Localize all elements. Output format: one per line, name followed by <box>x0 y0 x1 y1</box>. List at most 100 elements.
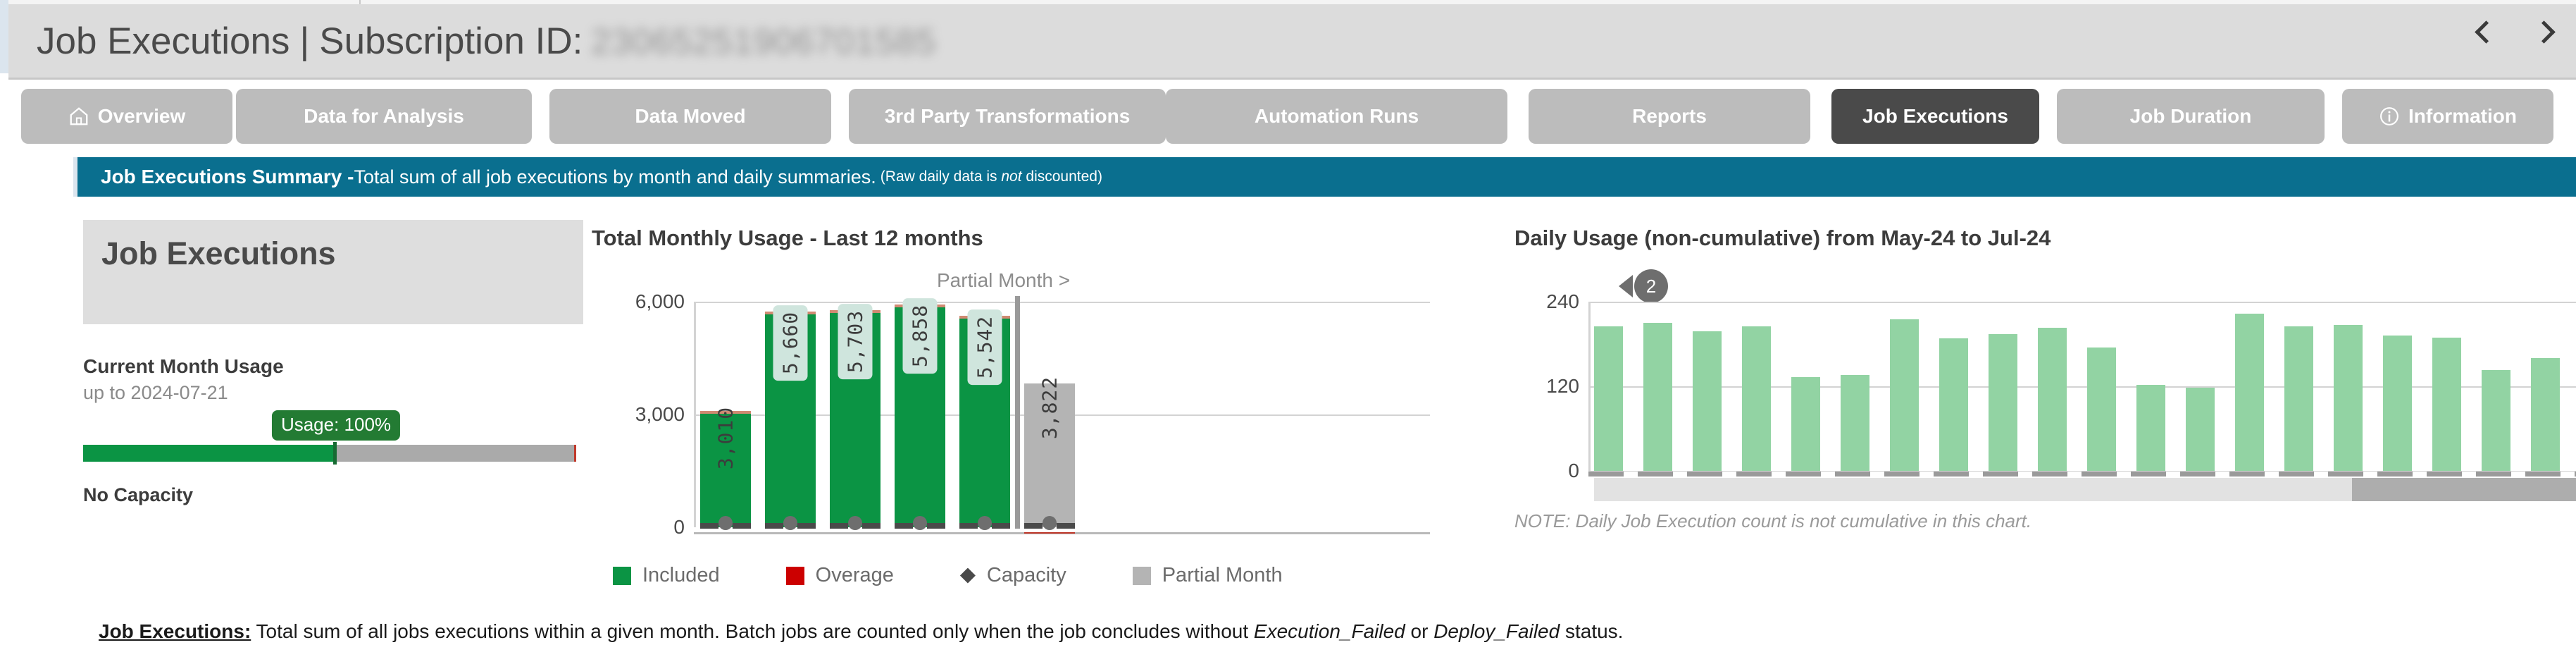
legend-item[interactable]: Capacity <box>959 564 1066 587</box>
summary-banner: Job Executions Summary - Total sum of al… <box>77 157 2576 197</box>
summary-banner-text: Total sum of all job executions by month… <box>354 166 876 187</box>
tab-overview[interactable]: Overview <box>21 89 232 144</box>
monthly-bar[interactable]: 5,858 <box>895 297 945 527</box>
monthly-bar-value-label: 5,660 <box>773 305 808 381</box>
legend-diamond-icon <box>959 567 976 584</box>
legend-swatch-icon <box>1132 566 1151 585</box>
dashboard-page: Job Executions | Subscription ID: 230652… <box>0 0 2576 664</box>
daily-bar[interactable] <box>1693 331 1722 471</box>
header-divider <box>8 78 2576 80</box>
daily-x-axis <box>1588 472 2576 477</box>
monthly-bar-value-label: 3,010 <box>714 407 738 470</box>
capacity-marker <box>718 516 733 530</box>
daily-bar[interactable] <box>1594 326 1623 471</box>
daily-bar[interactable] <box>2482 370 2510 471</box>
daily-y-tick-label: 240 <box>1546 290 1579 312</box>
legend-swatch-icon <box>785 566 804 585</box>
monthly-bar[interactable]: 3,822 <box>1024 376 1075 527</box>
header-left-accent <box>0 0 8 73</box>
daily-scroll-indicator[interactable]: 2 <box>1619 269 1668 303</box>
tab-label: 3rd Party Transformations <box>884 105 1131 127</box>
legend-item[interactable]: Partial Month <box>1132 564 1283 587</box>
info-icon <box>2379 106 2400 127</box>
daily-scrollbar-thumb[interactable] <box>2351 478 2576 501</box>
usage-progress-marker <box>333 442 337 465</box>
monthly-bar[interactable]: 5,703 <box>830 303 881 527</box>
daily-plot-area: 0 120 240 <box>1546 290 2576 481</box>
daily-bar[interactable] <box>1939 338 1968 471</box>
daily-scrollbar-track[interactable] <box>1594 478 2576 501</box>
legend-item[interactable]: Included <box>613 564 720 587</box>
capacity-marker <box>783 516 797 530</box>
monthly-bar[interactable]: 3,010 <box>700 407 751 527</box>
subscription-id-redacted: 23065251906701585 <box>591 21 937 61</box>
tab-label: Data Moved <box>635 105 746 127</box>
legend-item[interactable]: Overage <box>785 564 894 587</box>
kpi-capacity-label: No Capacity <box>83 484 194 505</box>
usage-progress-bar: Usage: 100% <box>83 410 576 465</box>
kpi-title: Job Executions <box>101 235 336 271</box>
daily-bar[interactable] <box>2038 328 2067 471</box>
page-title-separator: | <box>299 20 310 62</box>
chevron-left-icon[interactable] <box>2473 21 2494 42</box>
daily-chart-title: Daily Usage (non-cumulative) from May-24… <box>1514 226 2051 250</box>
legend-label: Overage <box>815 564 894 586</box>
monthly-bar-value-label: 5,703 <box>838 303 873 379</box>
tab-data-for-analysis[interactable]: Data for Analysis <box>236 89 532 144</box>
monthly-y-tick-label: 0 <box>673 516 685 538</box>
capacity-marker <box>978 516 992 530</box>
footer-emphasis-1: Execution_Failed <box>1253 620 1405 642</box>
daily-bar[interactable] <box>2334 325 2363 471</box>
kpi-panel: Job Executions Current Month Usage up to… <box>83 220 583 506</box>
monthly-chart-title: Total Monthly Usage - Last 12 months <box>592 226 983 250</box>
page-title-sub: Subscription ID: <box>319 20 583 62</box>
partial-month-annotation: Partial Month > <box>937 269 1071 291</box>
tab-information[interactable]: Information <box>2342 89 2553 144</box>
triangle-left-icon[interactable] <box>1619 275 1633 297</box>
daily-bar[interactable] <box>2136 385 2165 471</box>
daily-bar[interactable] <box>1791 377 1820 471</box>
footer-lead: Job Executions: <box>99 620 251 642</box>
tab-reports[interactable]: Reports <box>1529 89 1810 144</box>
tab-label: Job Duration <box>2129 105 2252 127</box>
daily-bar[interactable] <box>1742 326 1771 471</box>
monthly-bar[interactable]: 5,542 <box>959 309 1010 527</box>
daily-bar[interactable] <box>1643 323 1672 471</box>
tab-label: Overview <box>97 105 186 127</box>
home-icon <box>68 106 89 127</box>
usage-badge: Usage: 100% <box>271 410 401 441</box>
daily-usage-chart: Daily Usage (non-cumulative) from May-24… <box>1514 226 2576 592</box>
chevron-right-icon[interactable] <box>2534 21 2555 42</box>
daily-bar[interactable] <box>2235 314 2264 471</box>
daily-bar[interactable] <box>2432 338 2461 471</box>
tab-3rd-party-transformations[interactable]: 3rd Party Transformations <box>849 89 1166 144</box>
daily-y-tick-label: 0 <box>1568 460 1579 481</box>
legend-label: Partial Month <box>1162 564 1283 586</box>
tab-automation-runs[interactable]: Automation Runs <box>1166 89 1507 144</box>
tab-data-moved[interactable]: Data Moved <box>549 89 831 144</box>
usage-progress-fill <box>83 445 335 462</box>
page-title-main: Job Executions <box>37 20 290 62</box>
daily-bar[interactable] <box>1890 319 1919 471</box>
summary-banner-note: (Raw daily data is not discounted) <box>881 168 1102 185</box>
daily-bar[interactable] <box>2531 358 2560 471</box>
monthly-y-tick-label: 3,000 <box>635 403 685 425</box>
monthly-bar-value-label: 5,858 <box>902 297 938 374</box>
daily-bar[interactable] <box>1989 334 2017 471</box>
daily-bar[interactable] <box>2383 336 2412 471</box>
footer-emphasis-2: Deploy_Failed <box>1433 620 1560 642</box>
page-header: Job Executions | Subscription ID: 230652… <box>8 4 2576 78</box>
daily-y-tick-label: 120 <box>1546 375 1579 397</box>
daily-bar[interactable] <box>2284 326 2313 471</box>
tab-bar: Overview Data for Analysis Data Moved 3rd P… <box>0 89 2576 144</box>
daily-bar[interactable] <box>2087 348 2116 471</box>
daily-bar[interactable] <box>1841 375 1869 471</box>
partial-month-divider <box>1015 296 1020 529</box>
daily-bar[interactable] <box>2186 388 2215 471</box>
summary-note-pre: (Raw daily data is <box>880 168 1002 185</box>
overage-baseline-marker <box>1024 532 1075 534</box>
monthly-bar[interactable]: 5,660 <box>765 305 816 527</box>
tab-job-executions[interactable]: Job Executions <box>1831 89 2039 144</box>
daily-chart-note: NOTE: Daily Job Execution count is not c… <box>1514 510 2032 531</box>
tab-job-duration[interactable]: Job Duration <box>2057 89 2325 144</box>
